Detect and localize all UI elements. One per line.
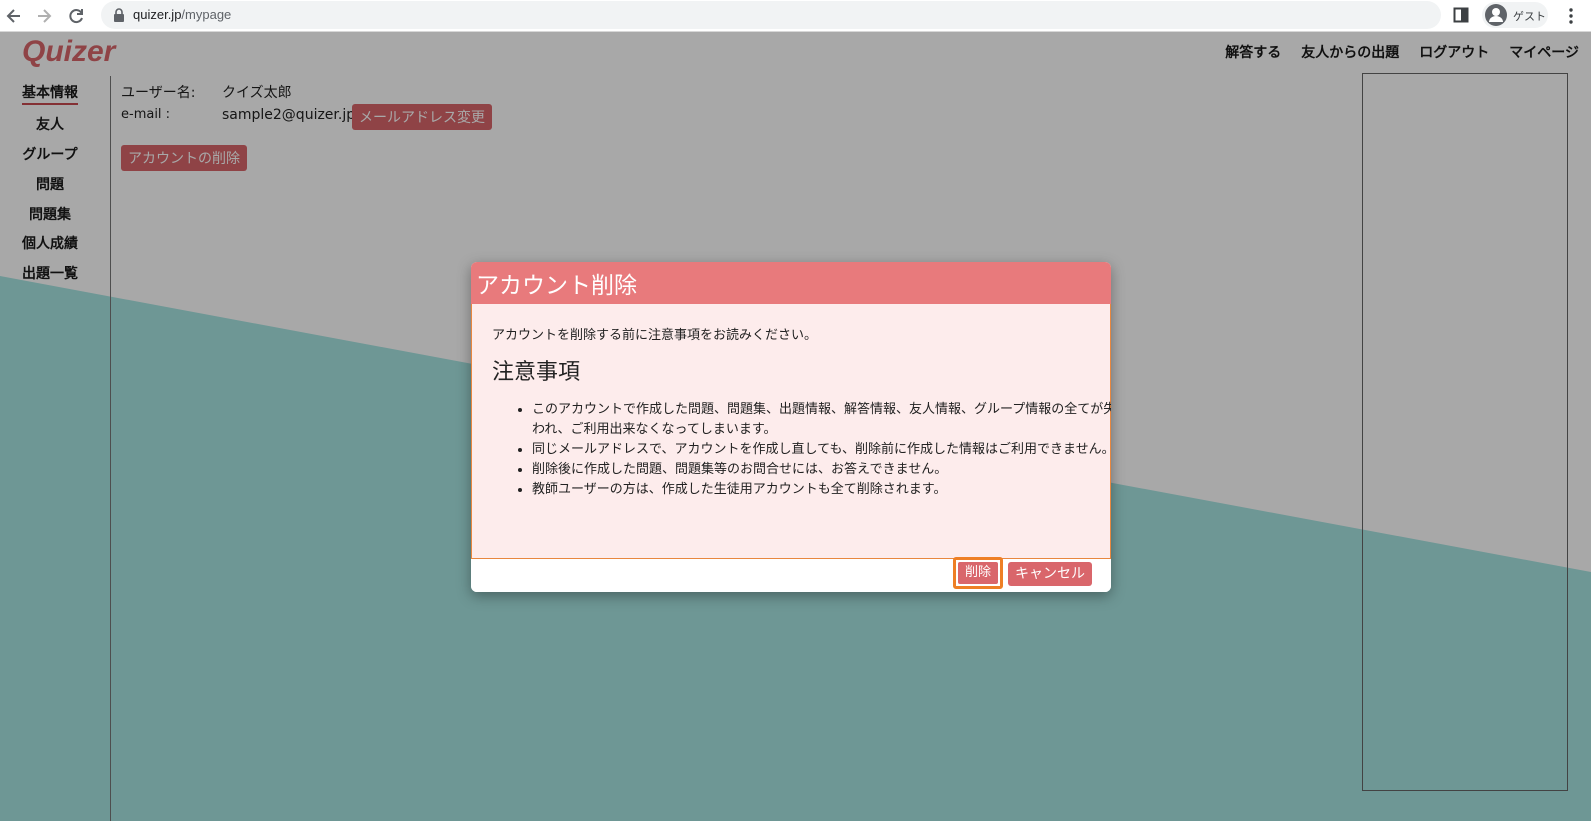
lock-icon bbox=[114, 8, 124, 22]
notes-list: このアカウントで作成した問題、問題集、出題情報、解答情報、友人情報、グループ情報… bbox=[492, 400, 1111, 500]
forward-arrow-icon[interactable] bbox=[34, 6, 54, 26]
modal-header: アカウント削除 bbox=[471, 262, 1111, 305]
address-bar[interactable]: quizer.jp/mypage bbox=[101, 1, 1441, 29]
list-item: 同じメールアドレスで、アカウントを作成し直しても、削除前に作成した情報はご利用で… bbox=[532, 440, 1111, 460]
modal-footer: 削除 キャンセル bbox=[471, 557, 1111, 592]
profile-button[interactable]: ゲスト bbox=[1482, 2, 1548, 28]
modal-body: アカウントを削除する前に注意事項をお読みください。 注意事項 このアカウントで作… bbox=[471, 304, 1111, 559]
reload-icon[interactable] bbox=[66, 6, 86, 26]
delete-account-modal: アカウント削除 アカウントを削除する前に注意事項をお読みください。 注意事項 こ… bbox=[471, 262, 1111, 592]
browser-toolbar: quizer.jp/mypage ゲスト bbox=[0, 0, 1591, 32]
back-arrow-icon[interactable] bbox=[4, 6, 24, 26]
url-text: quizer.jp/mypage bbox=[133, 7, 232, 22]
notes-heading: 注意事項 bbox=[492, 360, 581, 385]
confirm-delete-button[interactable]: 削除 bbox=[953, 557, 1003, 589]
more-options-icon[interactable] bbox=[1569, 8, 1573, 24]
side-panel-icon[interactable] bbox=[1453, 7, 1469, 23]
modal-title: アカウント削除 bbox=[476, 273, 637, 299]
list-item: 教師ユーザーの方は、作成した生徒用アカウントも全て削除されます。 bbox=[532, 480, 1111, 500]
list-item: 削除後に作成した問題、問題集等のお問合せには、お答えできません。 bbox=[532, 460, 1111, 480]
confirm-delete-label: 削除 bbox=[958, 562, 998, 584]
cancel-button[interactable]: キャンセル bbox=[1008, 562, 1092, 586]
list-item: このアカウントで作成した問題、問題集、出題情報、解答情報、友人情報、グループ情報… bbox=[532, 400, 1111, 440]
avatar-icon bbox=[1485, 4, 1507, 26]
profile-label: ゲスト bbox=[1513, 11, 1546, 23]
modal-intro: アカウントを削除する前に注意事項をお読みください。 bbox=[492, 328, 818, 343]
